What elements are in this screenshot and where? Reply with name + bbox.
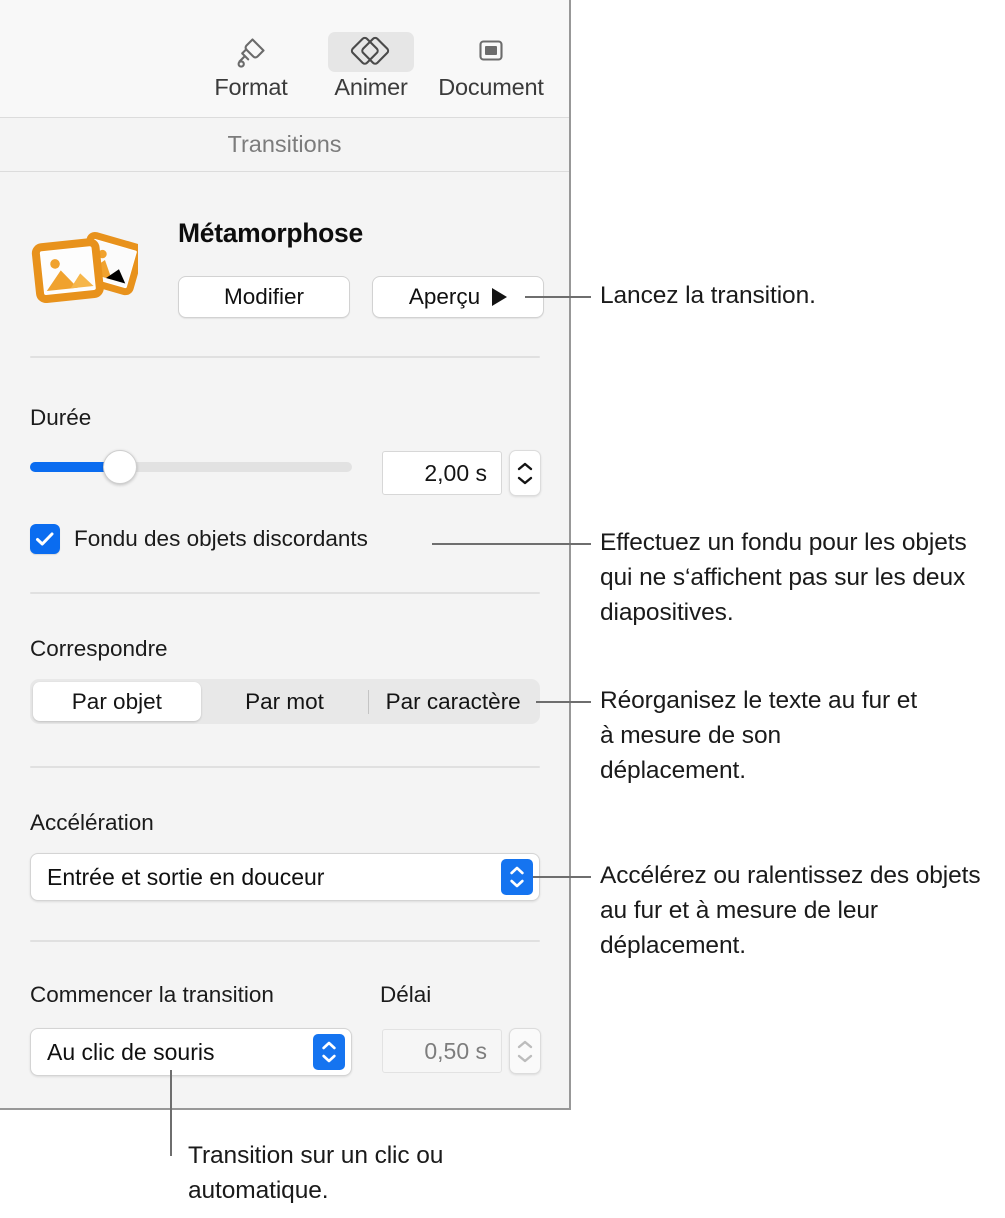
delay-stepper[interactable] [509,1028,541,1074]
callout-line-start [170,1070,172,1156]
acceleration-popup-button[interactable]: Entrée et sortie en douceur [30,853,540,901]
fade-mismatched-label: Fondu des objets discordants [74,526,368,551]
match-option-by-word-label: Par mot [245,688,324,714]
tab-format[interactable]: Format [193,26,309,101]
preview-transition-label: Aperçu [408,284,481,309]
inspector-panel: Format Animer Document Transitions Métam… [0,0,571,1110]
screenshot-root: Format Animer Document Transitions Métam… [0,0,1005,1218]
start-transition-label: Commencer la transition [30,982,274,1007]
match-option-by-word[interactable]: Par mot [201,682,369,721]
annotation-preview: Lancez la transition. [600,282,816,309]
checkmark-icon [36,532,54,546]
fade-mismatched-row[interactable]: Fondu des objets discordants [30,524,368,554]
divider-2 [30,592,540,594]
duration-stepper[interactable] [509,450,541,496]
duration-label: Durée [30,405,92,430]
tab-animer[interactable]: Animer [313,26,429,101]
match-option-by-character[interactable]: Par caractère [369,682,537,721]
acceleration-label: Accélération [30,810,154,835]
tab-format-label: Format [214,74,288,100]
transition-photos-icon [28,226,144,318]
callout-line-acceleration [533,876,591,878]
callout-line-fade [432,543,591,545]
annotation-acceleration: Accélérez ou ralentissez des objets au f… [600,862,981,959]
match-segmented-control[interactable]: Par objet Par mot Par caractère [30,679,540,724]
delay-label: Délai [380,982,432,1007]
stepper-up-icon [517,1040,533,1048]
tab-animer-label: Animer [334,74,408,100]
stepper-up-icon [517,462,533,470]
start-transition-popup-button[interactable]: Au clic de souris [30,1028,352,1076]
delay-field[interactable]: 0,50 s [382,1029,502,1073]
section-header-transitions: Transitions [0,118,569,172]
stepper-down-icon [517,476,533,484]
delay-value: 0,50 s [424,1037,487,1064]
divider-1 [30,356,540,358]
acceleration-value: Entrée et sortie en douceur [47,863,325,890]
divider-3 [30,766,540,768]
callout-line-match [536,701,591,703]
popup-chevrons-icon [501,859,533,895]
section-header-label: Transitions [227,131,342,157]
transition-buttons: Modifier Aperçu [178,276,544,318]
callout-line-preview [525,296,591,298]
divider-4 [30,940,540,942]
annotation-start: Transition sur un clic ou automatique. [188,1142,444,1204]
play-icon [492,288,508,306]
match-option-by-object-label: Par objet [71,688,162,714]
stepper-down-icon [517,1054,533,1062]
duration-value: 2,00 s [424,459,487,486]
duration-slider[interactable] [30,450,352,484]
match-option-by-object[interactable]: Par objet [33,682,201,721]
edit-transition-label: Modifier [223,284,305,309]
tab-document-label: Document [438,74,544,100]
annotation-match: Réorganisez le texte au fur et à mesure … [600,687,918,784]
transition-name: Métamorphose [178,218,363,248]
fade-mismatched-checkbox[interactable] [30,524,60,554]
edit-transition-button[interactable]: Modifier [178,276,350,318]
document-icon [448,32,534,72]
start-transition-value: Au clic de souris [47,1038,215,1065]
duration-field[interactable]: 2,00 s [382,451,502,495]
annotation-fade: Effectuez un fondu pour les objets qui n… [600,529,967,626]
paintbrush-icon [208,32,294,72]
popup-chevrons-icon [313,1034,345,1070]
animate-diamonds-icon [328,32,414,72]
preview-transition-button[interactable]: Aperçu [372,276,544,318]
match-label: Correspondre [30,636,168,661]
match-option-by-character-label: Par caractère [385,688,521,714]
inspector-tabbar: Format Animer Document [0,0,569,118]
tab-document[interactable]: Document [433,26,549,101]
slider-thumb[interactable] [103,450,138,484]
